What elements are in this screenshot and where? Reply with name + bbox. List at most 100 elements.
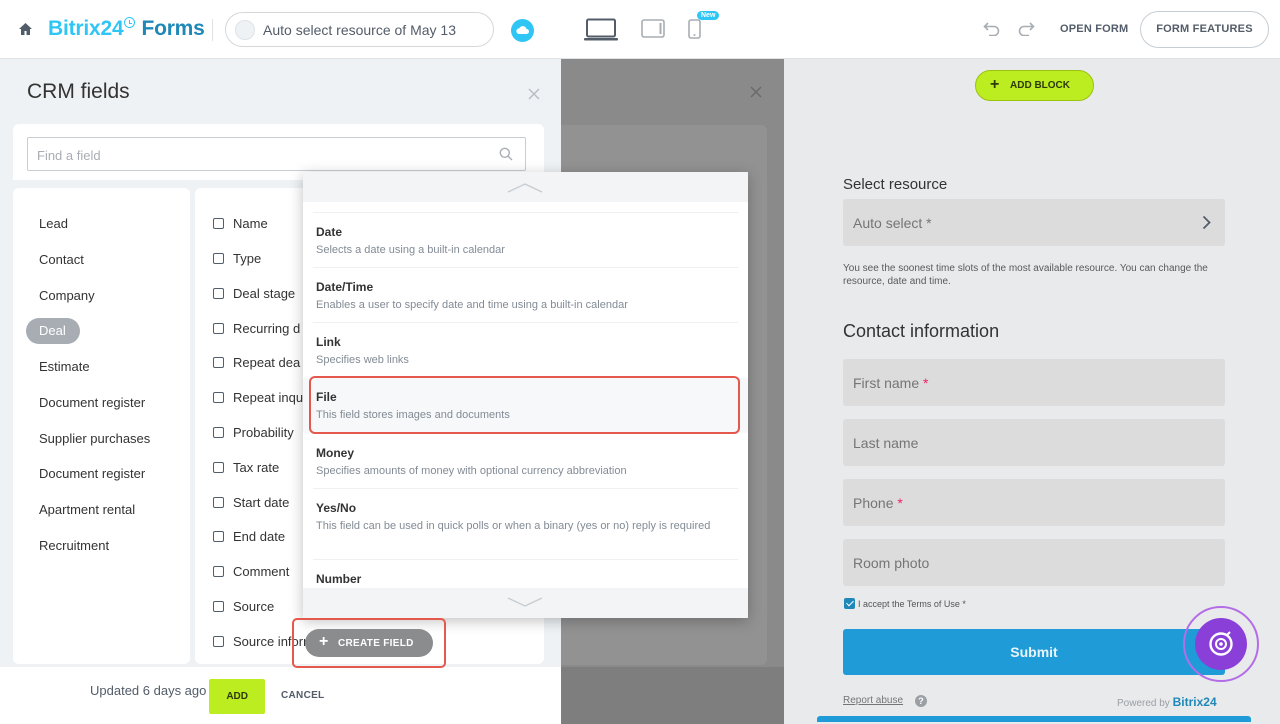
checkbox-icon[interactable] bbox=[213, 497, 224, 508]
undo-icon[interactable] bbox=[983, 21, 1000, 36]
field-type-title: Yes/No bbox=[316, 501, 357, 515]
tablet-view-icon[interactable] bbox=[641, 19, 665, 38]
updated-tooltip: Updated 6 days ago bbox=[90, 683, 207, 698]
category-lead[interactable]: Lead bbox=[39, 216, 68, 231]
field-type-description: Specifies amounts of money with optional… bbox=[316, 465, 627, 477]
field-checkbox[interactable]: Start date bbox=[213, 495, 289, 510]
clock-icon bbox=[124, 17, 136, 28]
first-name-label: First name bbox=[853, 375, 920, 391]
category-supplier-purchases[interactable]: Supplier purchases bbox=[39, 431, 150, 446]
help-icon[interactable]: ? bbox=[915, 695, 927, 707]
scroll-down-button[interactable] bbox=[303, 588, 748, 618]
terms-label: I accept the Terms of Use * bbox=[858, 599, 966, 609]
brand-logo[interactable]: Bitrix24 Forms bbox=[48, 17, 205, 41]
top-bar: Bitrix24 Forms Auto select resource of Ma… bbox=[0, 0, 1280, 59]
field-checkbox[interactable]: Comment bbox=[213, 564, 289, 579]
field-checkbox[interactable]: Source bbox=[213, 599, 274, 614]
field-checkbox[interactable]: End date bbox=[213, 529, 285, 544]
field-type-description: Specifies web links bbox=[316, 354, 409, 366]
checkbox-icon[interactable] bbox=[213, 357, 224, 368]
category-document-register[interactable]: Document register bbox=[39, 395, 145, 410]
add-block-button[interactable]: + ADD BLOCK bbox=[975, 70, 1094, 101]
form-title-field[interactable]: Auto select resource of May 13 bbox=[225, 12, 494, 47]
checkbox-icon[interactable] bbox=[213, 253, 224, 264]
checkbox-icon[interactable] bbox=[213, 601, 224, 612]
checkbox-icon[interactable] bbox=[213, 462, 224, 473]
room-photo-field[interactable]: Room photo bbox=[843, 539, 1225, 586]
chevron-right-icon bbox=[1202, 215, 1211, 230]
category-apartment-rental[interactable]: Apartment rental bbox=[39, 502, 135, 517]
cancel-button[interactable]: CANCEL bbox=[281, 690, 324, 701]
first-name-field[interactable]: First name * bbox=[843, 359, 1225, 406]
footer-strip bbox=[817, 716, 1251, 722]
field-checkbox[interactable]: Repeat dea bbox=[213, 355, 300, 370]
field-type-description: Selects a date using a built-in calendar bbox=[316, 244, 505, 256]
select-resource-field[interactable]: Auto select * bbox=[843, 199, 1225, 246]
form-thumbnail-icon bbox=[235, 20, 255, 40]
checkbox-icon[interactable] bbox=[213, 288, 224, 299]
category-deal[interactable]: Deal bbox=[26, 318, 80, 344]
field-checkbox[interactable]: Probability bbox=[213, 425, 294, 440]
field-type-title: Number bbox=[316, 572, 362, 586]
mobile-view-icon[interactable] bbox=[688, 19, 701, 39]
find-field-input[interactable]: Find a field bbox=[27, 137, 526, 171]
field-type-link[interactable]: Link Specifies web links bbox=[303, 323, 748, 378]
field-type-datetime[interactable]: Date/Time Enables a user to specify date… bbox=[303, 268, 748, 323]
divider bbox=[212, 19, 213, 41]
close-icon[interactable] bbox=[528, 88, 540, 100]
field-type-money[interactable]: Money Specifies amounts of money with op… bbox=[303, 434, 748, 489]
category-estimate[interactable]: Estimate bbox=[39, 359, 90, 374]
field-checkbox[interactable]: Deal stage bbox=[213, 286, 295, 301]
submit-button[interactable]: Submit bbox=[843, 629, 1225, 675]
form-features-button[interactable]: FORM FEATURES bbox=[1140, 11, 1269, 48]
required-mark: * bbox=[897, 495, 903, 511]
field-checkbox[interactable]: Recurring d bbox=[213, 321, 300, 336]
checkbox-icon[interactable] bbox=[213, 636, 224, 647]
add-block-label: ADD BLOCK bbox=[1010, 80, 1070, 91]
field-type-number[interactable]: Number bbox=[303, 560, 748, 588]
terms-checkbox[interactable]: I accept the Terms of Use * bbox=[844, 598, 966, 609]
home-icon[interactable] bbox=[18, 22, 33, 36]
field-checkbox[interactable]: Type bbox=[213, 251, 261, 266]
plus-icon: + bbox=[990, 76, 1000, 93]
cloud-icon[interactable] bbox=[511, 19, 534, 42]
checkbox-icon[interactable] bbox=[213, 218, 224, 229]
category-recruitment[interactable]: Recruitment bbox=[39, 538, 109, 553]
category-contact[interactable]: Contact bbox=[39, 252, 84, 267]
contact-info-title: Contact information bbox=[843, 321, 1000, 341]
category-document-register-2[interactable]: Document register bbox=[39, 466, 145, 481]
last-name-field[interactable]: Last name bbox=[843, 419, 1225, 466]
category-company[interactable]: Company bbox=[39, 288, 95, 303]
new-badge: New bbox=[697, 11, 720, 20]
field-type-title: Date/Time bbox=[316, 280, 374, 294]
scroll-up-button[interactable] bbox=[303, 172, 748, 202]
powered-by[interactable]: Powered by Bitrix24 bbox=[1117, 695, 1217, 709]
checkbox-icon[interactable] bbox=[213, 531, 224, 542]
checkbox-icon[interactable] bbox=[213, 427, 224, 438]
select-resource-value: Auto select * bbox=[853, 215, 932, 231]
checkbox-checked-icon[interactable] bbox=[844, 598, 855, 609]
checkbox-icon[interactable] bbox=[213, 392, 224, 403]
field-type-date[interactable]: Date Selects a date using a built-in cal… bbox=[303, 213, 748, 268]
field-type-description: Enables a user to specify date and time … bbox=[316, 299, 628, 311]
checkbox-icon[interactable] bbox=[213, 566, 224, 577]
field-type-title: Date bbox=[316, 225, 343, 239]
field-checkbox[interactable]: Repeat inqu bbox=[213, 390, 303, 405]
resource-hint: You see the soonest time slots of the mo… bbox=[843, 263, 1208, 287]
redo-icon[interactable] bbox=[1018, 21, 1035, 36]
close-icon[interactable] bbox=[750, 86, 762, 98]
open-form-button[interactable]: OPEN FORM bbox=[1060, 23, 1128, 35]
phone-field[interactable]: Phone * bbox=[843, 479, 1225, 526]
checkbox-icon[interactable] bbox=[213, 323, 224, 334]
search-icon[interactable] bbox=[499, 147, 513, 161]
add-button[interactable]: ADD bbox=[209, 679, 265, 714]
phone-label: Phone bbox=[853, 495, 894, 511]
chat-widget-button[interactable] bbox=[1195, 618, 1247, 670]
report-abuse-link[interactable]: Report abuse bbox=[843, 695, 903, 706]
field-type-title: Money bbox=[316, 446, 355, 460]
form-title-text: Auto select resource of May 13 bbox=[263, 22, 456, 38]
field-checkbox[interactable]: Tax rate bbox=[213, 460, 279, 475]
field-checkbox[interactable]: Name bbox=[213, 216, 268, 231]
desktop-view-icon[interactable] bbox=[584, 18, 618, 42]
field-type-yes-no[interactable]: Yes/No This field can be used in quick p… bbox=[303, 489, 748, 559]
